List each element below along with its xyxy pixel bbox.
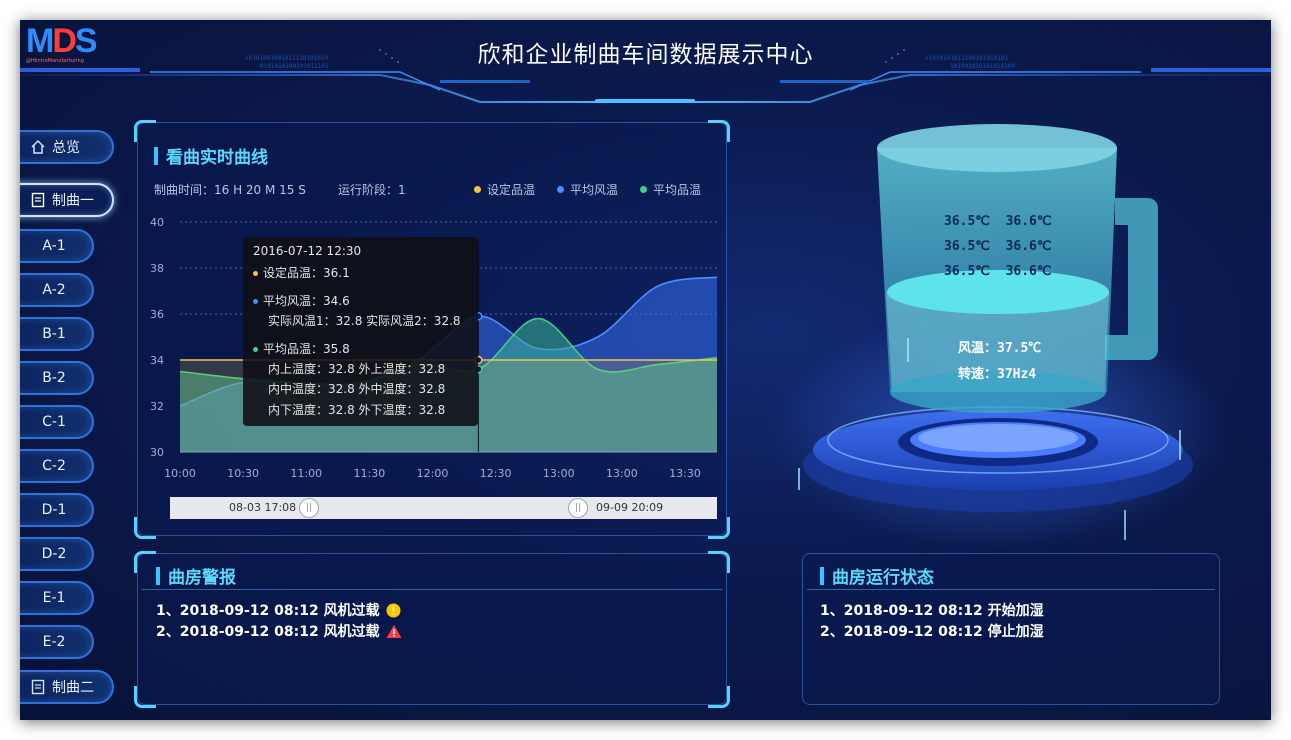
air-temperature: 风温：37.5℃ xyxy=(958,341,1042,356)
cup-reading: 36.5℃ 36.6℃ xyxy=(944,214,1052,229)
fan-speed: 转速：37Hz4 xyxy=(958,367,1037,382)
cup-reading: 36.5℃ 36.6℃ xyxy=(944,264,1052,279)
dashboard-screen: 10101001001011110101010 0101010100101011… xyxy=(20,20,1271,720)
cup-reading: 36.5℃ 36.6℃ xyxy=(944,239,1052,254)
fermentation-cup-illustration xyxy=(768,124,1228,550)
